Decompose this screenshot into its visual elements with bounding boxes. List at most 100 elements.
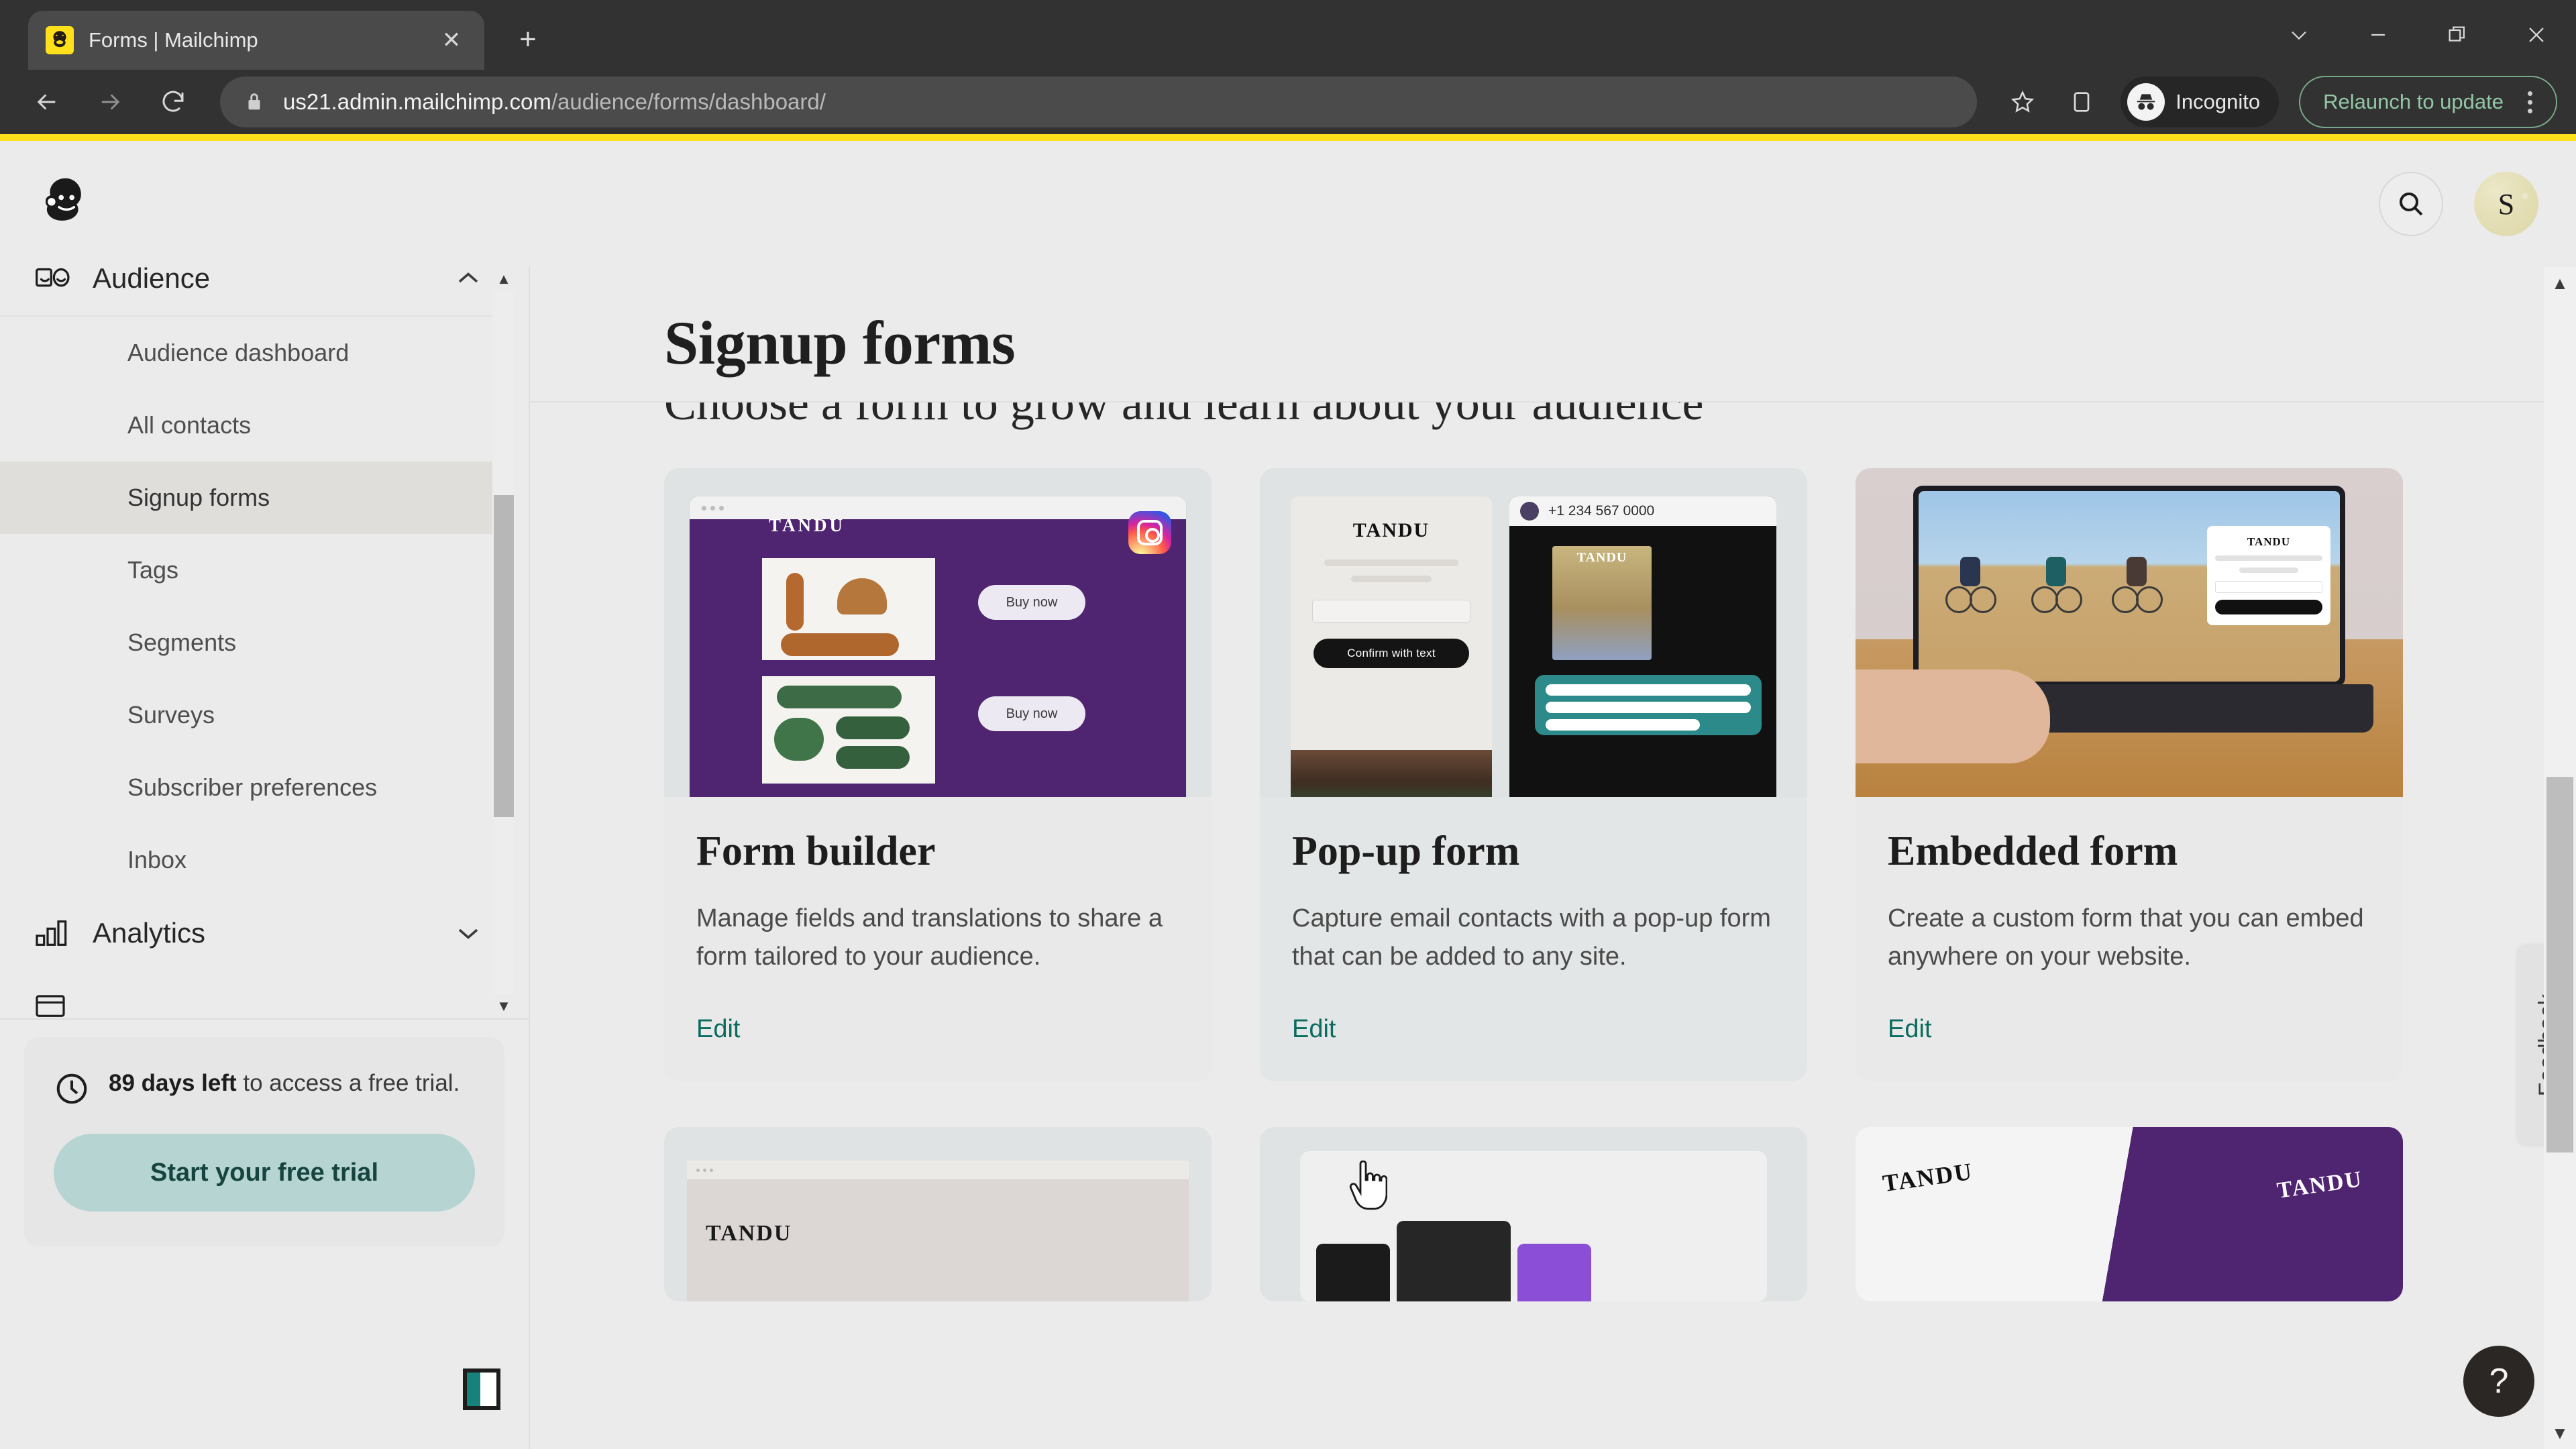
edit-link[interactable]: Edit: [1888, 1015, 2371, 1044]
sidebar-item-label: Audience dashboard: [127, 339, 350, 366]
app-header: S: [0, 141, 2576, 267]
web-page: S Audience Audience dashboard All contac…: [0, 134, 2576, 1449]
phone-number: +1 234 567 0000: [1548, 503, 1655, 519]
star-icon[interactable]: [1998, 78, 2047, 126]
thumb-brand: TANDU: [769, 515, 845, 535]
card-popup-form[interactable]: TANDU Confirm with text +1 234 567 0000 …: [1260, 468, 1807, 1081]
search-icon[interactable]: [2379, 172, 2443, 236]
page-scrollbar[interactable]: ▲ ▼: [2544, 267, 2576, 1449]
toolbar-right: Incognito Relaunch to update: [1998, 76, 2557, 128]
scroll-up-arrow-icon[interactable]: ▲: [2544, 267, 2576, 299]
sidebar-group-label: Audience: [93, 267, 211, 294]
avatar-initial: S: [2498, 187, 2515, 221]
close-icon[interactable]: ✕: [436, 25, 467, 56]
kebab-menu-icon[interactable]: [2510, 78, 2549, 126]
thumb-brand: TANDU: [1576, 550, 1627, 565]
side-panel-icon[interactable]: [2057, 78, 2106, 126]
sidebar-item-tags[interactable]: Tags: [0, 534, 513, 606]
card-row-2: TANDU TANDU TANDU: [664, 1127, 2544, 1301]
trial-text-rest: to access a free trial.: [236, 1070, 460, 1096]
trial-days-left: 89 days left: [109, 1070, 237, 1096]
minimize-icon[interactable]: [2339, 0, 2418, 70]
landing-page-preview: TANDU: [664, 1127, 1212, 1301]
arrow-left-icon[interactable]: [19, 74, 75, 130]
free-trial-panel: 89 days left to access a free trial. Sta…: [24, 1037, 504, 1246]
sidebar-group-audience[interactable]: Audience: [0, 267, 513, 315]
chevron-down-icon[interactable]: [2259, 0, 2339, 70]
card-embedded-form[interactable]: TANDU Embedded form Create a custom form…: [1856, 468, 2403, 1081]
mailchimp-favicon: [46, 26, 74, 54]
start-free-trial-label: Start your free trial: [150, 1158, 378, 1187]
tab-title: Forms | Mailchimp: [89, 28, 258, 52]
address-bar[interactable]: us21.admin.mailchimp.com/audience/forms/…: [220, 76, 1978, 127]
popup-form-preview: TANDU Confirm with text +1 234 567 0000 …: [1260, 468, 1807, 797]
start-free-trial-button[interactable]: Start your free trial: [54, 1134, 475, 1212]
chevron-up-icon[interactable]: [453, 267, 483, 293]
card-landing-page[interactable]: TANDU: [664, 1127, 1212, 1301]
help-label: ?: [2489, 1362, 2509, 1401]
sidebar-item-segments[interactable]: Segments: [0, 606, 513, 679]
browser-window: Forms | Mailchimp ✕ + us21.admin.mailchi…: [0, 0, 2576, 1449]
sidebar-group-analytics[interactable]: Analytics: [0, 896, 513, 970]
incognito-indicator[interactable]: Incognito: [2121, 76, 2279, 127]
reload-icon[interactable]: [145, 74, 201, 130]
relaunch-to-update-button[interactable]: Relaunch to update: [2299, 76, 2557, 128]
window-controls: [2259, 0, 2576, 70]
restore-icon[interactable]: [2418, 0, 2497, 70]
new-tab-button[interactable]: +: [502, 13, 554, 66]
url-host: us21.admin.mailchimp.com: [283, 89, 551, 114]
sidebar-item-surveys[interactable]: Surveys: [0, 679, 513, 751]
relaunch-label: Relaunch to update: [2323, 90, 2504, 113]
scroll-down-arrow-icon[interactable]: ▼: [492, 994, 515, 1018]
scroll-down-arrow-icon[interactable]: ▼: [2544, 1417, 2576, 1449]
card-title: Embedded form: [1888, 828, 2178, 874]
sidebar-item-signup-forms[interactable]: Signup forms: [0, 462, 513, 534]
arrow-right-icon[interactable]: [82, 74, 138, 130]
edit-link[interactable]: Edit: [1292, 1015, 1775, 1044]
question-mark-icon[interactable]: ?: [2463, 1346, 2534, 1417]
buy-now-button[interactable]: Buy now: [978, 696, 1085, 731]
confirm-with-text-button[interactable]: Confirm with text: [1313, 639, 1469, 668]
trial-panel-wrap: 89 days left to access a free trial. Sta…: [0, 1018, 529, 1449]
lock-icon: [243, 91, 266, 113]
page-title: Signup forms: [664, 309, 1016, 377]
incognito-label: Incognito: [2176, 90, 2261, 113]
browser-tab[interactable]: Forms | Mailchimp ✕: [28, 11, 484, 70]
brand-accent-bar: [0, 134, 2576, 141]
sidebar-group-next[interactable]: [0, 970, 513, 1018]
avatar[interactable]: S: [2474, 172, 2538, 236]
sidebar-item-inbox[interactable]: Inbox: [0, 824, 513, 896]
scroll-up-arrow-icon[interactable]: ▲: [492, 267, 515, 291]
sidebar-scrollbar[interactable]: ▲ ▼: [492, 267, 515, 1018]
card-social-post[interactable]: [1260, 1127, 1807, 1301]
thumb-brand-left: TANDU: [1880, 1157, 1975, 1197]
sidebar-item-subscriber-preferences[interactable]: Subscriber preferences: [0, 751, 513, 824]
sidebar-item-audience-dashboard[interactable]: Audience dashboard: [0, 317, 513, 389]
cards-area: TANDU Buy now Buy now Form builder Manag…: [530, 435, 2544, 1301]
sidebar-item-all-contacts[interactable]: All contacts: [0, 389, 513, 462]
app-body: Audience Audience dashboard All contacts…: [0, 267, 2576, 1449]
card-description: Capture email contacts with a pop-up for…: [1292, 904, 1771, 971]
card-form-builder[interactable]: TANDU Buy now Buy now Form builder Manag…: [664, 468, 1212, 1081]
page-subtitle-clip: Choose a form to grow and learn about yo…: [664, 402, 2544, 435]
incognito-icon: [2127, 83, 2165, 121]
scrollbar-thumb[interactable]: [2546, 777, 2573, 1152]
mailchimp-logo[interactable]: [27, 166, 102, 241]
panel-toggle-icon[interactable]: [463, 1368, 500, 1410]
sidebar-item-label: Signup forms: [127, 484, 270, 511]
edit-link[interactable]: Edit: [696, 1015, 1179, 1044]
sidebar-nav-scroll: Audience Audience dashboard All contacts…: [0, 267, 529, 1018]
sidebar-item-label: Segments: [127, 629, 237, 656]
card-title: Form builder: [696, 828, 936, 874]
trial-text: 89 days left to access a free trial.: [109, 1067, 460, 1101]
close-icon[interactable]: [2497, 0, 2576, 70]
scrollbar-thumb[interactable]: [494, 495, 514, 817]
sidebar-item-label: Inbox: [127, 846, 187, 873]
thumb-brand: TANDU: [2247, 535, 2291, 548]
buy-now-button[interactable]: Buy now: [978, 585, 1085, 620]
page-header: Signup forms: [530, 267, 2544, 401]
chevron-down-icon[interactable]: [453, 918, 483, 948]
clock-icon: [54, 1071, 90, 1107]
card-qr-code[interactable]: TANDU TANDU: [1856, 1127, 2403, 1301]
card-title: Pop-up form: [1292, 828, 1520, 874]
